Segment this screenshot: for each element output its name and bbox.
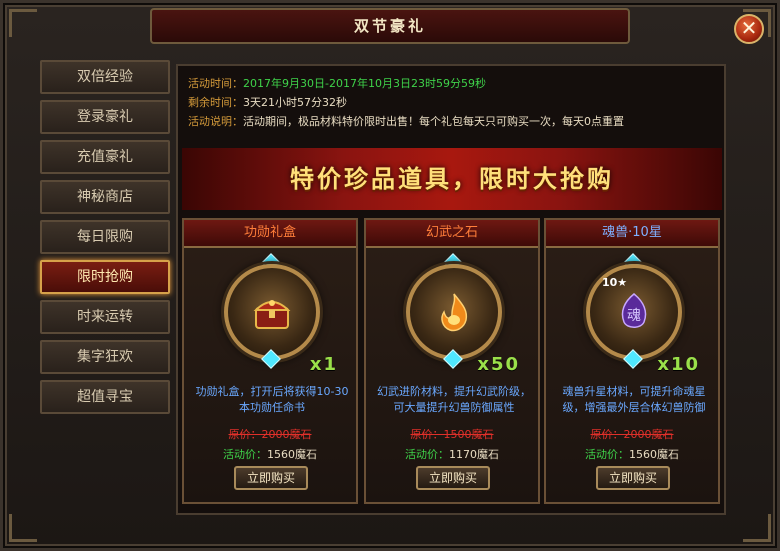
star-badge: 10★: [602, 276, 628, 289]
offer-card: 功勋礼盒 x1 功勋礼盒，打开后将获得10-30本功勋任命书 原价：2000魔石…: [182, 218, 358, 504]
offer-description: 幻武进阶材料，提升幻武阶级，可大量提升幻兽防御属性: [377, 385, 531, 414]
sidebar-item-double-exp[interactable]: 双倍经验: [40, 60, 170, 94]
banner-text: 特价珍品道具，限时大抢购: [290, 165, 614, 193]
original-price: 原价：2000魔石: [228, 428, 312, 441]
offer-description: 魂兽升星材料，可提升命魂星级，增强最外层合体幻兽防御: [562, 385, 706, 414]
sidebar-item-word-collect[interactable]: 集字狂欢: [40, 340, 170, 374]
remaining-time-value: 3天21小时57分32秒: [243, 96, 347, 109]
sidebar-item-daily-limit[interactable]: 每日限购: [40, 220, 170, 254]
offer-title: 幻武之石: [366, 220, 538, 248]
event-info: 活动时间：2017年9月30日-2017年10月3日23时59分59秒 剩余时间…: [188, 74, 624, 131]
sale-price: 1560魔石: [629, 448, 679, 461]
soul-character: 魂: [627, 308, 641, 324]
window-title: 双节豪礼: [150, 8, 630, 44]
event-time-value: 2017年9月30日-2017年10月3日23时59分59秒: [243, 77, 486, 90]
promo-banner: 特价珍品道具，限时大抢购: [182, 148, 722, 210]
sale-price-label: 活动价：: [223, 448, 267, 461]
event-desc-row: 活动说明：活动期间，极品材料特价限时出售！每个礼包每天只可购买一次，每天0点重置: [188, 112, 624, 131]
offer-card: 幻武之石 x50 幻武进阶材料，提升幻武阶级，可大量提升幻兽防御属性 原价：15…: [364, 218, 540, 504]
sale-price-row: 活动价：1170魔石: [366, 446, 538, 462]
buy-now-button[interactable]: 立即购买: [416, 466, 490, 490]
event-time-label: 活动时间：: [188, 77, 243, 90]
frame-corner-ornament: [9, 514, 37, 542]
buy-now-button[interactable]: 立即购买: [596, 466, 670, 490]
item-medallion[interactable]: [406, 264, 502, 360]
sale-price: 1560魔石: [267, 448, 317, 461]
event-desc-value: 活动期间，极品材料特价限时出售！每个礼包每天只可购买一次，每天0点重置: [243, 115, 624, 128]
sidebar-item-recharge-gift[interactable]: 充值豪礼: [40, 140, 170, 174]
event-desc-label: 活动说明：: [188, 115, 243, 128]
event-time-row: 活动时间：2017年9月30日-2017年10月3日23时59分59秒: [188, 74, 624, 93]
offer-card: 魂兽·10星 魂 10★ x10 魂兽升星材料，可提升命魂星级，增强最外层合体幻…: [544, 218, 720, 504]
offer-title: 魂兽·10星: [546, 220, 718, 248]
frame-corner-ornament: [743, 514, 771, 542]
original-price: 原价：1500魔石: [410, 428, 494, 441]
soul-crystal-icon: 魂: [621, 293, 647, 328]
sidebar-menu: 双倍经验 登录豪礼 充值豪礼 神秘商店 每日限购 限时抢购 时来运转 集字狂欢 …: [40, 60, 170, 420]
sidebar-item-flash-sale[interactable]: 限时抢购: [40, 260, 170, 294]
offer-description: 功勋礼盒，打开后将获得10-30本功勋任命书: [195, 385, 349, 414]
main-panel: 活动时间：2017年9月30日-2017年10月3日23时59分59秒 剩余时间…: [176, 64, 726, 515]
sale-price-row: 活动价：1560魔石: [546, 446, 718, 462]
sidebar-item-fortune[interactable]: 时来运转: [40, 300, 170, 334]
item-medallion[interactable]: 魂 10★: [586, 264, 682, 360]
offer-title: 功勋礼盒: [184, 220, 356, 248]
frame-corner-ornament: [9, 9, 37, 37]
flame-stone-icon: [441, 293, 468, 332]
remaining-time-label: 剩余时间：: [188, 96, 243, 109]
sale-price: 1170魔石: [449, 448, 499, 461]
remaining-time-row: 剩余时间：3天21小时57分32秒: [188, 93, 624, 112]
sidebar-item-treasure-hunt[interactable]: 超值寻宝: [40, 380, 170, 414]
sidebar-item-mystery-shop[interactable]: 神秘商店: [40, 180, 170, 214]
sidebar-item-login-gift[interactable]: 登录豪礼: [40, 100, 170, 134]
buy-now-button[interactable]: 立即购买: [234, 466, 308, 490]
sale-price-row: 活动价：1560魔石: [184, 446, 356, 462]
sale-price-label: 活动价：: [405, 448, 449, 461]
item-quantity: x50: [477, 354, 520, 375]
original-price: 原价：2000魔石: [590, 428, 674, 441]
treasure-chest-icon: [253, 300, 291, 329]
item-quantity: x10: [657, 354, 700, 375]
item-quantity: x1: [309, 354, 338, 375]
close-button[interactable]: ✕: [734, 14, 764, 44]
item-medallion[interactable]: [224, 264, 320, 360]
sale-price-label: 活动价：: [585, 448, 629, 461]
